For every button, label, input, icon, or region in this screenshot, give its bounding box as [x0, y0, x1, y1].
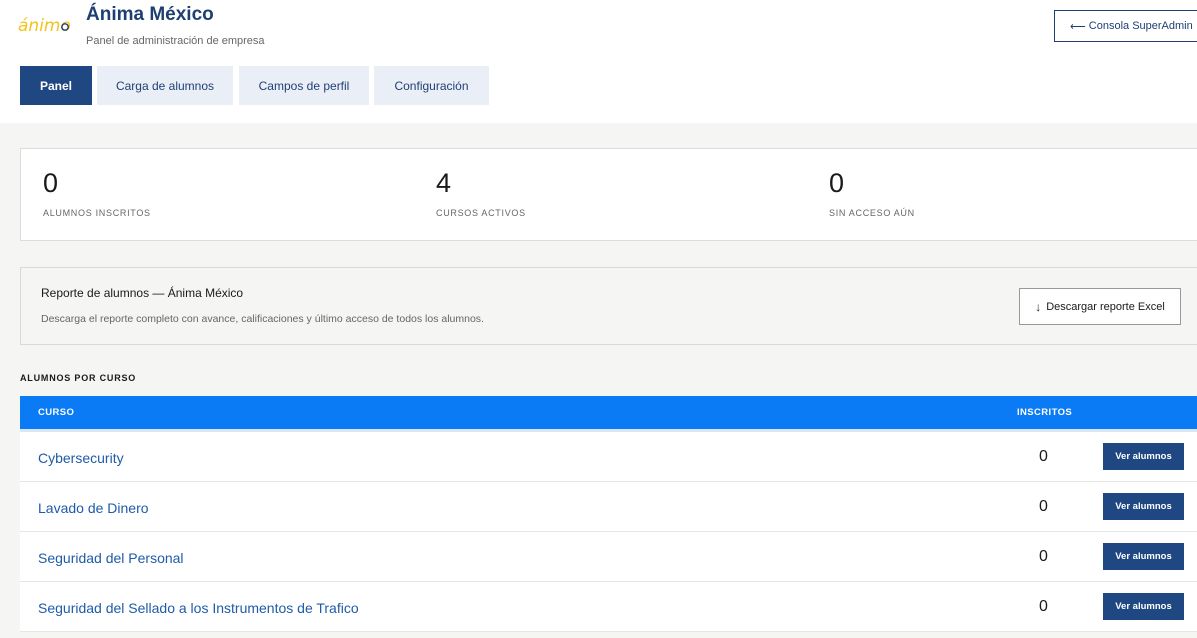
course-link[interactable]: Lavado de Dinero	[38, 500, 149, 516]
enrolled-count: 0	[1039, 598, 1048, 615]
report-description: Descarga el reporte completo con avance,…	[41, 313, 484, 325]
tab-panel[interactable]: Panel	[20, 66, 92, 105]
download-excel-button[interactable]: ↓ Descargar reporte Excel	[1019, 288, 1181, 325]
report-card: Reporte de alumnos — Ánima México Descar…	[20, 267, 1197, 345]
svg-text:ánimo: ánimo	[18, 16, 71, 36]
view-students-button[interactable]: Ver alumnos	[1103, 543, 1184, 570]
table-header: CURSO INSCRITOS	[20, 396, 1197, 432]
column-header-curso: CURSO	[38, 407, 75, 418]
table-row: Lavado de Dinero 0 Ver alumnos	[20, 482, 1197, 532]
download-arrow-icon: ↓	[1035, 299, 1042, 314]
download-excel-label: Descargar reporte Excel	[1046, 300, 1165, 313]
stat-value: 0	[829, 168, 845, 198]
column-header-inscritos: INSCRITOS	[1017, 407, 1073, 418]
company-logo: ánimo	[18, 14, 72, 36]
stats-card: 0 ALUMNOS INSCRITOS 4 CURSOS ACTIVOS 0 S…	[20, 148, 1197, 241]
stat-label: CURSOS ACTIVOS	[436, 208, 526, 218]
tab-carga-de-alumnos[interactable]: Carga de alumnos	[97, 66, 233, 105]
stat-value: 4	[436, 168, 452, 198]
tab-configuracion[interactable]: Configuración	[374, 66, 489, 105]
courses-table: CURSO INSCRITOS Cybersecurity 0 Ver alum…	[20, 396, 1197, 632]
stat-label: SIN ACCESO AÚN	[829, 208, 915, 218]
stat-value: 0	[43, 168, 59, 198]
enrolled-count: 0	[1039, 498, 1048, 515]
view-students-button[interactable]: Ver alumnos	[1103, 443, 1184, 470]
table-row: Seguridad del Sellado a los Instrumentos…	[20, 582, 1197, 632]
table-row: Seguridad del Personal 0 Ver alumnos	[20, 532, 1197, 582]
report-title: Reporte de alumnos — Ánima México	[41, 286, 244, 300]
course-link[interactable]: Cybersecurity	[38, 450, 124, 466]
view-students-button[interactable]: Ver alumnos	[1103, 593, 1184, 620]
company-name: Ánima México	[86, 4, 214, 25]
superadmin-console-button[interactable]: ⟵ Consola SuperAdmin	[1054, 10, 1197, 42]
top-header: ánimo Ánima México Panel de administraci…	[0, 0, 1197, 123]
tab-campos-de-perfil[interactable]: Campos de perfil	[239, 66, 369, 105]
table-row: Cybersecurity 0 Ver alumnos	[20, 432, 1197, 482]
company-subtitle: Panel de administración de empresa	[86, 35, 265, 47]
course-link[interactable]: Seguridad del Personal	[38, 550, 184, 566]
enrolled-count: 0	[1039, 448, 1048, 465]
course-link[interactable]: Seguridad del Sellado a los Instrumentos…	[38, 600, 359, 616]
view-students-button[interactable]: Ver alumnos	[1103, 493, 1184, 520]
stat-label: ALUMNOS INSCRITOS	[43, 208, 151, 218]
enrolled-count: 0	[1039, 548, 1048, 565]
superadmin-console-label: Consola SuperAdmin	[1088, 20, 1193, 32]
section-title: ALUMNOS POR CURSO	[20, 373, 137, 383]
arrow-left-icon: ⟵	[1070, 20, 1086, 33]
